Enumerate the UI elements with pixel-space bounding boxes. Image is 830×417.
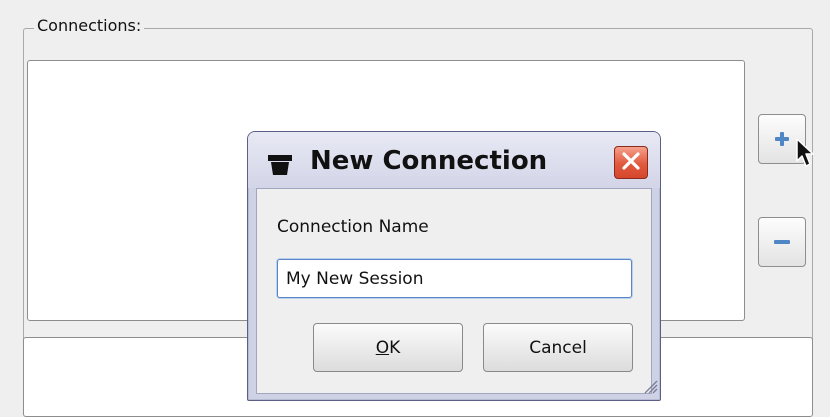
resize-grip-icon[interactable] bbox=[644, 379, 658, 398]
new-connection-dialog: New Connection Connection Name OK Cancel bbox=[247, 131, 661, 401]
mouse-pointer-icon bbox=[796, 138, 814, 172]
connection-name-input[interactable] bbox=[277, 259, 632, 298]
ok-label-rest: K bbox=[389, 337, 401, 358]
cancel-button[interactable]: Cancel bbox=[483, 323, 633, 372]
ok-button[interactable]: OK bbox=[313, 323, 463, 372]
remove-connection-button[interactable] bbox=[758, 217, 806, 267]
plus-icon bbox=[774, 131, 790, 147]
minus-icon bbox=[773, 238, 791, 246]
dialog-title: New Connection bbox=[310, 146, 548, 176]
connections-group-label: Connections: bbox=[34, 16, 145, 35]
close-icon bbox=[621, 151, 641, 175]
dialog-titlebar[interactable]: New Connection bbox=[248, 132, 660, 188]
connection-name-label: Connection Name bbox=[277, 217, 429, 237]
window-app-icon bbox=[268, 155, 292, 179]
dialog-close-button[interactable] bbox=[614, 146, 648, 179]
dialog-body: Connection Name OK Cancel bbox=[256, 188, 652, 394]
ok-mnemonic: O bbox=[375, 337, 390, 358]
